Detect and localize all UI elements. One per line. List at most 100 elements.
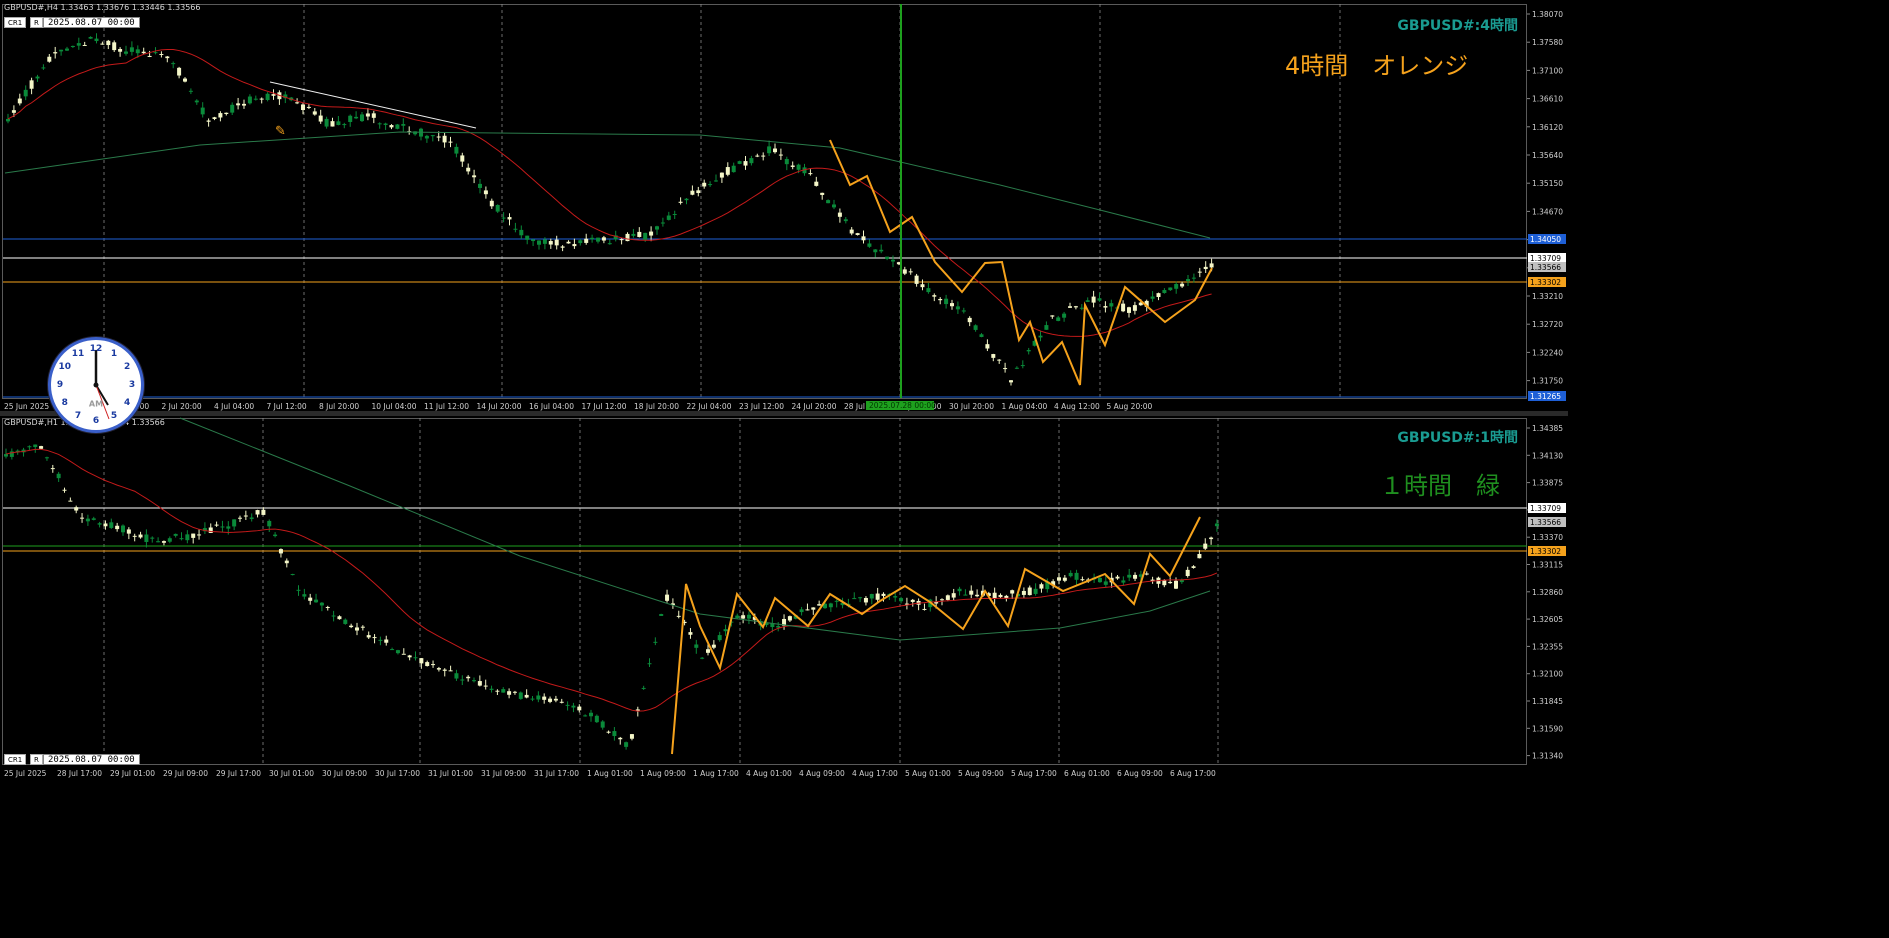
h4-r-button[interactable]: R — [30, 17, 43, 28]
candle-body — [159, 54, 164, 56]
candle-body — [1091, 296, 1096, 303]
candle-body — [589, 712, 593, 717]
candle-body — [259, 98, 264, 100]
candle-body — [336, 121, 341, 125]
price-tick-label: 1.36120 — [1532, 123, 1563, 132]
candle-body — [1038, 335, 1043, 338]
clock-number: 10 — [58, 362, 72, 372]
time-tick-label: 8 Jul 20:00 — [319, 402, 359, 411]
candle-body — [156, 541, 161, 543]
candle-body — [828, 603, 833, 608]
candle-body — [177, 67, 182, 76]
candle-body — [1079, 307, 1084, 309]
candle-body — [678, 201, 683, 203]
candle-body — [590, 237, 595, 240]
candle-body — [302, 594, 307, 597]
candle-body — [425, 662, 430, 667]
pencil-icon: ✎ — [275, 124, 286, 139]
time-tick-label: 4 Aug 09:00 — [799, 769, 845, 778]
h1-big-label: １時間 緑 — [1380, 472, 1500, 500]
candle-body — [29, 80, 34, 89]
price-level-tag-text: 1.33302 — [1530, 547, 1561, 556]
candle-body — [301, 104, 305, 111]
candle-body — [395, 124, 400, 129]
h1-chart-canvas[interactable]: 1.343851.341301.338751.336201.333701.331… — [0, 416, 1568, 779]
candle-body — [94, 38, 99, 42]
time-tick-label: 11 Jul 12:00 — [424, 402, 469, 411]
candle-body — [343, 619, 348, 624]
h1-chart-pane[interactable]: 1.343851.341301.338751.336201.333701.331… — [0, 416, 1568, 779]
candle-body — [676, 615, 681, 617]
candle-body — [537, 240, 541, 245]
candle-body — [236, 103, 241, 106]
candle-body — [466, 167, 471, 172]
candle-body — [97, 523, 102, 525]
candle-body — [337, 616, 342, 620]
candle-body — [62, 489, 67, 491]
candle-body — [1085, 300, 1090, 302]
candle-body — [188, 90, 193, 92]
candle-body — [1191, 566, 1196, 568]
h1-date-box[interactable]: 2025.08.07 00:00 — [43, 754, 140, 765]
candle-body — [308, 597, 313, 601]
analog-clock-widget[interactable]: 12 1 2 3 4 5 6 7 8 9 10 11 AM — [48, 337, 144, 433]
h1-symbol-label: GBPUSD#:1時間 — [1397, 430, 1518, 446]
h4-big-label: 4時間 オレンジ — [1285, 52, 1469, 80]
candle-body — [466, 676, 471, 679]
candle-body — [35, 76, 40, 79]
price-tick-label: 1.32355 — [1532, 642, 1563, 651]
candle-body — [135, 49, 140, 54]
candle-body — [624, 742, 629, 747]
candle-body — [991, 354, 996, 358]
candle-body — [723, 629, 728, 632]
candle-body — [150, 537, 155, 539]
candle-body — [787, 616, 792, 621]
candle-body — [232, 519, 237, 527]
candle-body — [243, 515, 248, 517]
h1-cr-button[interactable]: CR1 — [4, 754, 27, 765]
price-level-tag-text: 1.33566 — [1530, 518, 1561, 527]
candle-body — [383, 123, 388, 125]
candle-body — [477, 681, 482, 686]
price-tick-label: 1.37580 — [1532, 38, 1563, 47]
time-tick-label: 29 Jul 17:00 — [216, 769, 261, 778]
candle-body — [1050, 315, 1055, 317]
time-tick-label: 4 Aug 01:00 — [746, 769, 792, 778]
candle-body — [407, 655, 412, 658]
candle-body — [843, 219, 848, 222]
candle-body — [44, 457, 49, 459]
candle-body — [1214, 523, 1219, 527]
price-level-tag-text: 1.34050 — [1530, 235, 1561, 244]
candle-body — [495, 690, 500, 692]
candle-body — [349, 625, 354, 628]
candle-body — [197, 534, 202, 536]
candle-body — [799, 609, 804, 613]
h4-date-box[interactable]: 2025.08.07 00:00 — [43, 17, 140, 28]
h4-chart-pane[interactable]: 1.38070 1.37580 1.37100 1.36610 1.36120 1.356… — [0, 0, 1568, 411]
candle-body — [773, 148, 777, 153]
candle-body — [820, 192, 825, 195]
candle-body — [384, 639, 389, 643]
h1-r-button[interactable]: R — [30, 754, 43, 765]
time-tick-label: 5 Aug 17:00 — [1011, 769, 1057, 778]
candle-body — [672, 213, 677, 215]
candle-body — [731, 165, 736, 173]
candle-body — [249, 517, 254, 519]
candle-body — [659, 614, 664, 616]
candle-body — [1073, 306, 1078, 308]
candle-body — [124, 51, 128, 54]
price-tick-label: 1.32605 — [1532, 615, 1563, 624]
time-tick-label: 30 Jul 20:00 — [949, 402, 994, 411]
candle-body — [684, 198, 689, 201]
price-tick-label: 1.32100 — [1532, 670, 1563, 679]
candle-body — [649, 231, 654, 236]
candle-body — [688, 632, 693, 635]
candle-body — [41, 67, 46, 69]
candle-body — [600, 721, 605, 728]
time-tick-label: 29 Jul 09:00 — [163, 769, 208, 778]
candle-body — [932, 295, 937, 297]
h4-cr-button[interactable]: CR1 — [4, 17, 27, 28]
candle-body — [495, 205, 500, 212]
candle-body — [1097, 577, 1102, 583]
candle-body — [319, 602, 324, 606]
